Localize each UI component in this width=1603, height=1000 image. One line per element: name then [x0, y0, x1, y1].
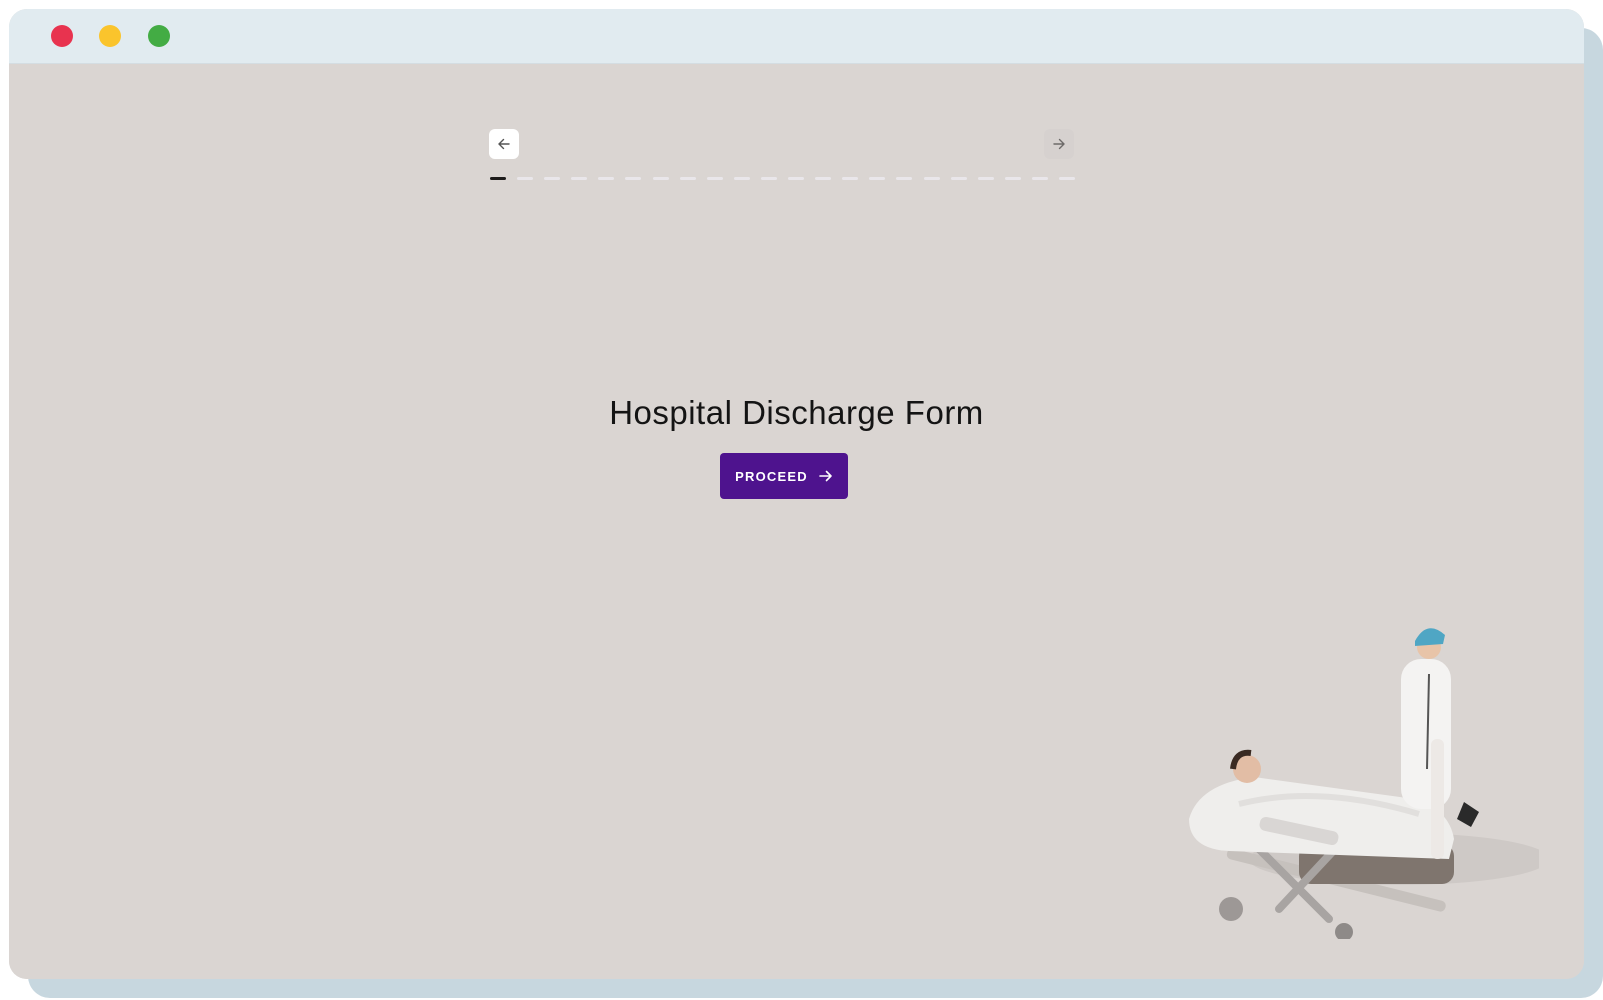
progress-step	[950, 177, 967, 180]
proceed-label: PROCEED	[735, 468, 808, 484]
title-bar	[9, 9, 1584, 64]
page-title: Hospital Discharge Form	[609, 394, 984, 431]
progress-step	[571, 177, 588, 180]
progress-step	[625, 177, 642, 180]
arrow-right-icon	[1053, 138, 1065, 150]
progress-step	[517, 177, 534, 180]
progress-step	[977, 177, 994, 180]
progress-step	[1031, 177, 1048, 180]
progress-step	[679, 177, 696, 180]
progress-step	[923, 177, 940, 180]
progress-step	[706, 177, 723, 180]
maximize-window-button[interactable]	[148, 25, 170, 47]
arrow-right-icon	[819, 470, 832, 482]
progress-step	[869, 177, 886, 180]
progress-step	[815, 177, 832, 180]
step-progress-bar	[490, 177, 1075, 181]
progress-step	[652, 177, 669, 180]
progress-step	[598, 177, 615, 180]
progress-step	[842, 177, 859, 180]
progress-step	[788, 177, 805, 180]
progress-step	[544, 177, 561, 180]
progress-step	[896, 177, 913, 180]
browser-window: Hospital Discharge Form PROCEED	[9, 9, 1584, 979]
progress-step	[490, 177, 506, 180]
doctor-patient-stretcher-illustration	[1189, 628, 1539, 939]
progress-step	[733, 177, 750, 180]
progress-step	[1004, 177, 1021, 180]
back-button[interactable]	[489, 129, 519, 159]
form-page: Hospital Discharge Form PROCEED	[9, 64, 1584, 979]
minimize-window-button[interactable]	[99, 25, 121, 47]
arrow-left-icon	[498, 138, 510, 150]
next-button[interactable]	[1044, 129, 1074, 159]
close-window-button[interactable]	[51, 25, 73, 47]
progress-step	[1058, 177, 1075, 180]
progress-step	[760, 177, 777, 180]
proceed-button[interactable]: PROCEED	[720, 453, 848, 499]
